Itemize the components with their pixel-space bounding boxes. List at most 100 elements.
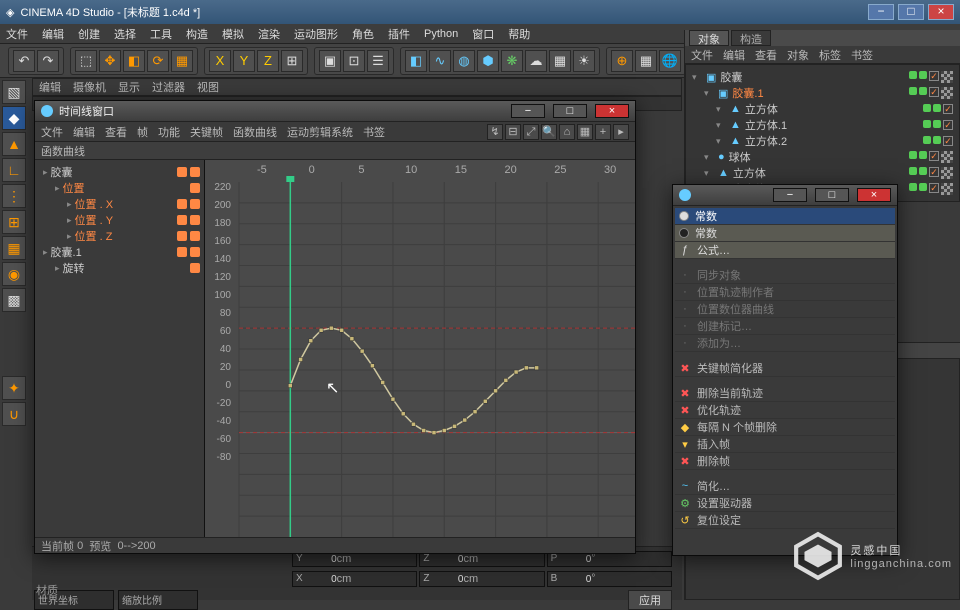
menu-item[interactable]: 文件 xyxy=(691,47,713,63)
tl-tool-icon[interactable]: ↯ xyxy=(487,124,503,140)
menu-item[interactable]: Python xyxy=(424,28,458,40)
menu-item[interactable]: 编辑 xyxy=(42,26,64,42)
ctx-command-item[interactable]: ✖删除当前轨迹 xyxy=(675,385,895,402)
render-settings-icon[interactable]: ☰ xyxy=(367,50,389,72)
undo-icon[interactable]: ↶ xyxy=(13,50,35,72)
lock-y-icon[interactable]: Y xyxy=(233,50,255,72)
browser-icon[interactable]: 🌐 xyxy=(659,50,681,72)
os-close-button[interactable]: × xyxy=(928,4,954,20)
rotate-icon[interactable]: ⟳ xyxy=(147,50,169,72)
scale-select[interactable]: 缩放比例 xyxy=(118,590,198,610)
ctx-min-button[interactable]: − xyxy=(773,188,807,202)
ctx-command-item[interactable]: ✖删除帧 xyxy=(675,453,895,470)
os-min-button[interactable]: − xyxy=(868,4,894,20)
tl-mode-tab[interactable]: 函数曲线 xyxy=(41,143,85,159)
ctx-command-item[interactable]: ✖关键帧简化器 xyxy=(675,360,895,377)
menu-item[interactable]: 编辑 xyxy=(723,47,745,63)
poly-mode-icon[interactable]: ▦ xyxy=(2,236,26,260)
tl-tool-icon[interactable]: ▦ xyxy=(577,124,593,140)
texture-mode-icon[interactable]: ◉ xyxy=(2,262,26,286)
context-titlebar[interactable]: − □ × xyxy=(673,185,897,206)
environment-icon[interactable]: ☁ xyxy=(525,50,547,72)
lock-x-icon[interactable]: X xyxy=(209,50,231,72)
ctx-command-item[interactable]: ⚙设置驱动器 xyxy=(675,495,895,512)
menu-item[interactable]: 构造 xyxy=(186,26,208,42)
menu-item[interactable]: 插件 xyxy=(388,26,410,42)
tl-tool-icon[interactable]: ▸ xyxy=(613,124,629,140)
generator-icon[interactable]: ⬢ xyxy=(477,50,499,72)
menu-item[interactable]: 运动剪辑系统 xyxy=(287,124,353,140)
nurbs-icon[interactable]: ◍ xyxy=(453,50,475,72)
tl-tool-icon[interactable]: 🔍 xyxy=(541,124,557,140)
ctx-max-button[interactable]: □ xyxy=(815,188,849,202)
menu-item[interactable]: 查看 xyxy=(105,124,127,140)
menu-item[interactable]: 书签 xyxy=(851,47,873,63)
menu-item[interactable]: 对象 xyxy=(787,47,809,63)
tab-objects[interactable]: 对象 xyxy=(689,30,729,46)
tl-tool-icon[interactable]: ⌂ xyxy=(559,124,575,140)
ctx-radio-item[interactable]: 常数 xyxy=(675,225,895,242)
select-icon[interactable]: ⬚ xyxy=(75,50,97,72)
track-row[interactable]: ▸位置 xyxy=(39,180,200,196)
tl-tool-icon[interactable]: ⤢ xyxy=(523,124,539,140)
track-row[interactable]: ▸位置 . Y xyxy=(39,212,200,228)
ctx-close-button[interactable]: × xyxy=(857,188,891,202)
menu-item[interactable]: 帮助 xyxy=(508,26,530,42)
tweak-icon[interactable]: ✦ xyxy=(2,376,26,400)
menu-item[interactable]: 查看 xyxy=(755,47,777,63)
menu-item[interactable]: 文件 xyxy=(41,124,63,140)
menu-item[interactable]: 模拟 xyxy=(222,26,244,42)
scale-icon[interactable]: ◧ xyxy=(123,50,145,72)
menu-item[interactable]: 书签 xyxy=(363,124,385,140)
track-row[interactable]: ▸位置 . X xyxy=(39,196,200,212)
render-region-icon[interactable]: ⊡ xyxy=(343,50,365,72)
object-row[interactable]: ▾▣胶囊 xyxy=(692,69,953,85)
deformer-icon[interactable]: ❋ xyxy=(501,50,523,72)
menu-item[interactable]: 工具 xyxy=(150,26,172,42)
cube-icon[interactable]: ◧ xyxy=(405,50,427,72)
object-mode-icon[interactable]: ▲ xyxy=(2,132,26,156)
move-icon[interactable]: ✥ xyxy=(99,50,121,72)
track-row[interactable]: ▸位置 . Z xyxy=(39,228,200,244)
make-editable-icon[interactable]: ▧ xyxy=(2,80,26,104)
object-row[interactable]: ▾▲立方体 xyxy=(692,101,953,117)
tab-structure[interactable]: 构造 xyxy=(731,30,771,46)
menu-item[interactable]: 标签 xyxy=(819,47,841,63)
menu-item[interactable]: 摄像机 xyxy=(73,79,106,95)
grid-icon[interactable]: ▦ xyxy=(635,50,657,72)
last-tool-icon[interactable]: ▦ xyxy=(171,50,193,72)
menu-item[interactable]: 函数曲线 xyxy=(233,124,277,140)
model-mode-icon[interactable]: ◆ xyxy=(2,106,26,130)
coord-z2[interactable]: Z cm xyxy=(419,571,544,587)
ctx-formula-item[interactable]: ƒ公式… xyxy=(675,242,895,259)
object-row[interactable]: ▾▣胶囊.1 xyxy=(692,85,953,101)
menu-item[interactable]: 角色 xyxy=(352,26,374,42)
tl-close-button[interactable]: × xyxy=(595,104,629,118)
curve-canvas[interactable] xyxy=(205,160,635,537)
menu-item[interactable]: 过滤器 xyxy=(152,79,185,95)
ctx-radio-item[interactable]: 常数 xyxy=(675,208,895,225)
menu-item[interactable]: 显示 xyxy=(118,79,140,95)
coord-x[interactable]: X cm xyxy=(292,571,417,587)
ctx-command-item[interactable]: ✖优化轨迹 xyxy=(675,402,895,419)
menu-item[interactable]: 编辑 xyxy=(73,124,95,140)
menu-item[interactable]: 渲染 xyxy=(258,26,280,42)
point-mode-icon[interactable]: ⋮ xyxy=(2,184,26,208)
menu-item[interactable]: 运动图形 xyxy=(294,26,338,42)
menu-item[interactable]: 创建 xyxy=(78,26,100,42)
axis-mode-icon[interactable]: ∟ xyxy=(2,158,26,182)
tl-tool-icon[interactable]: + xyxy=(595,124,611,140)
track-row[interactable]: ▸旋转 xyxy=(39,260,200,276)
object-row[interactable]: ▾▲立方体 xyxy=(692,165,953,181)
track-row[interactable]: ▸胶囊.1 xyxy=(39,244,200,260)
menu-item[interactable]: 视图 xyxy=(197,79,219,95)
tl-tool-icon[interactable]: ⊟ xyxy=(505,124,521,140)
menu-item[interactable]: 关键帧 xyxy=(190,124,223,140)
menu-item[interactable]: 窗口 xyxy=(472,26,494,42)
render-icon[interactable]: ▣ xyxy=(319,50,341,72)
ctx-command-item[interactable]: ~简化… xyxy=(675,478,895,495)
ctx-command-item[interactable]: ↺复位设定 xyxy=(675,512,895,529)
menu-item[interactable]: 选择 xyxy=(114,26,136,42)
object-row[interactable]: ▾▲立方体.2 xyxy=(692,133,953,149)
track-row[interactable]: ▸胶囊 xyxy=(39,164,200,180)
